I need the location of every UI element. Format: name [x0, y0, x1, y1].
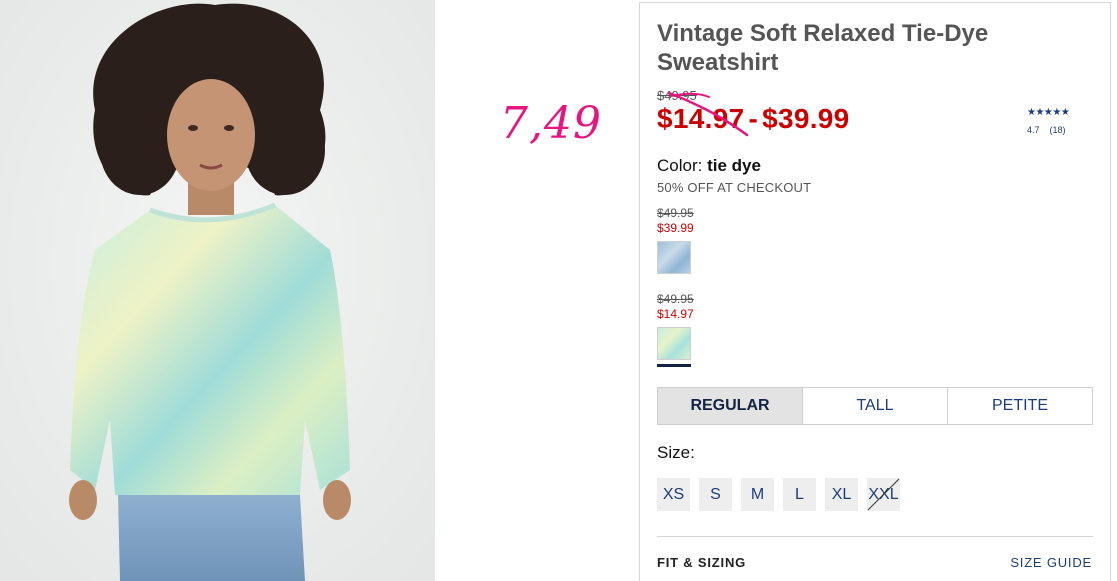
- size-xl-button[interactable]: XL: [825, 478, 858, 511]
- size-l-button[interactable]: L: [783, 478, 816, 511]
- size-xxl-button-unavailable[interactable]: XXL: [867, 478, 900, 511]
- selected-swatch-indicator: [657, 364, 691, 367]
- variant-original-price: $49.95: [657, 206, 694, 220]
- rating-stars-icon: ★★★★★: [1027, 107, 1070, 118]
- price-separator: -: [748, 103, 759, 134]
- rating-value: 4.7: [1027, 125, 1040, 135]
- sale-price-low: $14.97: [657, 103, 745, 134]
- product-details-panel: Vintage Soft Relaxed Tie-Dye Sweatshirt …: [639, 2, 1111, 581]
- tab-regular[interactable]: REGULAR: [658, 388, 803, 424]
- variant-sale-price: $39.99: [657, 221, 694, 235]
- variant-sale-price: $14.97: [657, 307, 694, 321]
- tab-petite[interactable]: PETITE: [948, 388, 1092, 424]
- model-photo: [0, 0, 435, 581]
- original-price: $49.95: [657, 88, 697, 103]
- product-title: Vintage Soft Relaxed Tie-Dye Sweatshirt: [657, 20, 989, 76]
- color-label: Color:: [657, 156, 703, 175]
- color-value: tie dye: [707, 156, 761, 175]
- unavailable-slash-icon: [867, 478, 900, 511]
- sale-price-range: $14.97- $39.99: [657, 103, 850, 135]
- size-label: Size:: [657, 443, 695, 462]
- size-m-button[interactable]: M: [741, 478, 774, 511]
- section-divider: [657, 536, 1093, 537]
- color-variant-mint: $49.95 $14.97: [657, 292, 694, 367]
- color-swatch-mint-tie-dye[interactable]: [657, 327, 691, 360]
- sale-price-high: $39.99: [762, 103, 850, 134]
- tab-tall[interactable]: TALL: [803, 388, 948, 424]
- product-rating[interactable]: ★★★★★ 4.7 (18): [1027, 107, 1087, 135]
- rating-meta: 4.7 (18): [1027, 125, 1087, 135]
- fit-tabs: REGULAR TALL PETITE: [657, 387, 1093, 425]
- promo-text: 50% OFF AT CHECKOUT: [657, 180, 812, 195]
- size-s-button[interactable]: S: [699, 478, 732, 511]
- color-swatch-blue-tie-dye[interactable]: [657, 241, 691, 274]
- size-guide-link[interactable]: SIZE GUIDE: [1010, 555, 1092, 570]
- color-selection: Color: tie dye: [657, 156, 761, 176]
- variant-original-price: $49.95: [657, 292, 694, 306]
- size-options: XS S M L XL XXL: [657, 478, 900, 511]
- handwritten-price-annotation: 7,49: [500, 98, 602, 149]
- review-count[interactable]: (18): [1050, 125, 1066, 135]
- fit-sizing-heading[interactable]: FIT & SIZING: [657, 555, 746, 570]
- color-variant-blue: $49.95 $39.99: [657, 206, 694, 274]
- size-xs-button[interactable]: XS: [657, 478, 690, 511]
- product-image[interactable]: [0, 0, 435, 581]
